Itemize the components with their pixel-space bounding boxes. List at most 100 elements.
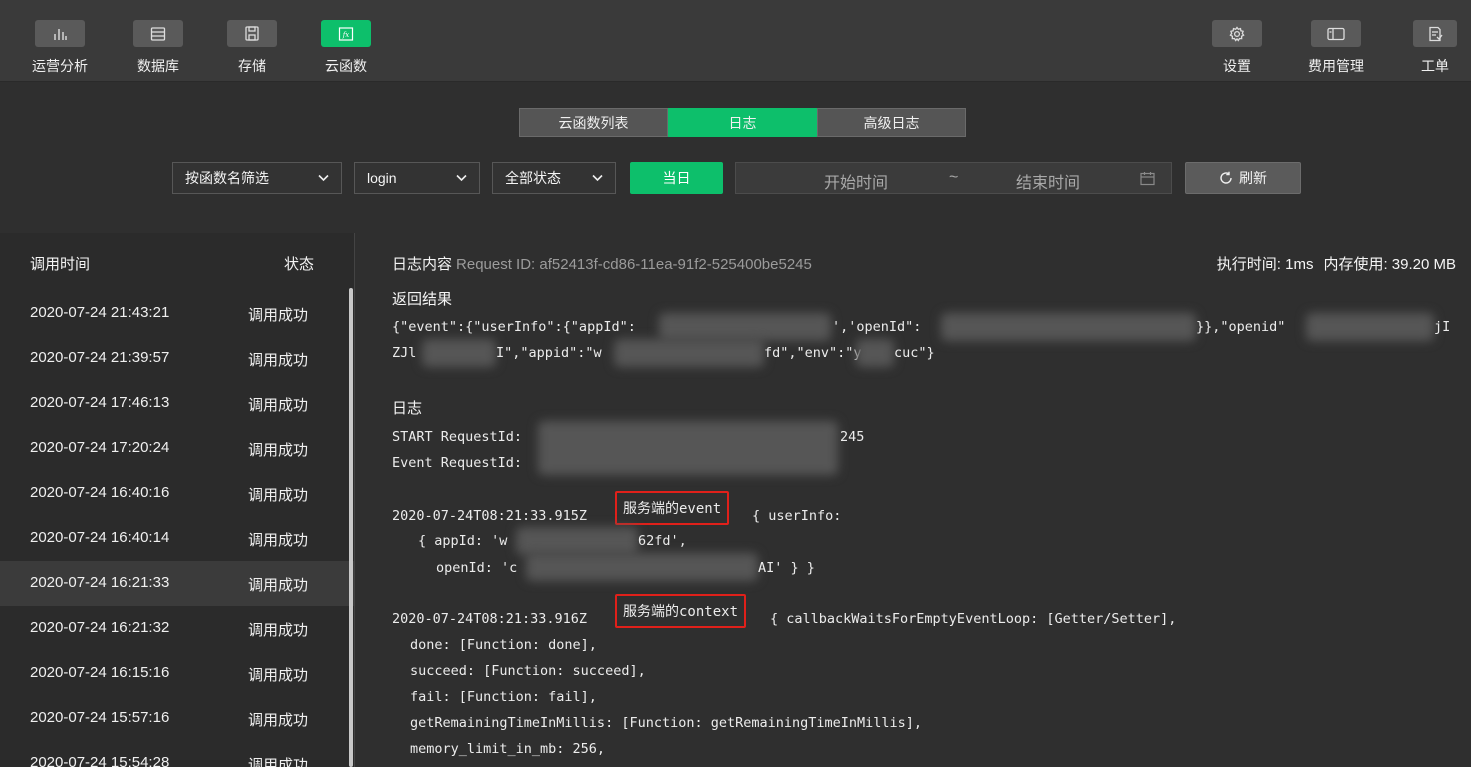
refresh-button[interactable]: 刷新 [1185, 162, 1301, 194]
log-row[interactable]: 2020-07-24 16:40:16 调用成功 [0, 471, 354, 516]
tab-function-list[interactable]: 云函数列表 [519, 108, 668, 137]
log-list-header: 调用时间 状态 [0, 233, 354, 291]
event-text: 62fd', [638, 533, 687, 549]
log-row[interactable]: 2020-07-24 17:20:24 调用成功 [0, 426, 354, 471]
toolbar-billing[interactable]: 费用管理 [1301, 20, 1371, 76]
log-row-status: 调用成功 [248, 757, 309, 767]
memory-usage: 内存使用: 39.20 MB [1323, 256, 1456, 273]
log-row[interactable]: 2020-07-24 21:39:57 调用成功 [0, 336, 354, 381]
date-range-picker[interactable]: 开始时间 ~ 结束时间 [735, 162, 1172, 194]
context-timestamp: 2020-07-24T08:21:33.916Z [392, 611, 588, 627]
log-content-label: 日志内容 [392, 256, 453, 273]
calendar-icon [1140, 172, 1155, 186]
redacted-blur [526, 553, 758, 581]
event-text: openId: 'c [436, 560, 518, 576]
log-row-time: 2020-07-24 16:40:16 [30, 484, 170, 501]
event-requestid-label: Event RequestId: [392, 455, 523, 471]
start-time-field[interactable]: 开始时间 [824, 169, 888, 193]
log-row-selected[interactable]: 2020-07-24 16:21:33 调用成功 [0, 561, 354, 606]
context-line: fail: [Function: fail], [410, 689, 597, 705]
event-highlight: 服务端的event [615, 491, 730, 525]
tab-logs[interactable]: 日志 [668, 108, 817, 137]
request-id: Request ID: af52413f-cd86-11ea-91f2-5254… [456, 256, 812, 273]
redacted-blur [422, 339, 496, 367]
toolbar-label: 设置 [1223, 58, 1251, 74]
log-row-status: 调用成功 [248, 667, 309, 684]
cloud-function-icon: fx [321, 20, 371, 47]
log-row[interactable]: 2020-07-24 16:21:32 调用成功 [0, 606, 354, 651]
top-toolbar: 运营分析 数据库 存储 fx 云函数 设置 费用管理 工单 [0, 0, 1471, 82]
function-name-select[interactable]: login [354, 162, 480, 194]
svg-text:fx: fx [342, 31, 350, 39]
context-line: succeed: [Function: succeed], [410, 663, 646, 679]
result-text: jI [1434, 319, 1451, 335]
log-row-status: 调用成功 [248, 397, 309, 414]
toolbar-label: 存储 [238, 58, 266, 74]
chevron-down-icon [592, 174, 603, 182]
toolbar-label: 运营分析 [32, 58, 88, 74]
end-time-field[interactable]: 结束时间 [1016, 169, 1080, 193]
log-row[interactable]: 2020-07-24 16:40:14 调用成功 [0, 516, 354, 561]
result-title: 返回结果 [392, 291, 453, 308]
database-icon [133, 20, 183, 47]
col-header-time: 调用时间 [30, 256, 91, 273]
event-text: AI' } } [758, 560, 815, 576]
log-row-time: 2020-07-24 16:15:16 [30, 664, 170, 681]
toolbar-ticket[interactable]: 工单 [1400, 20, 1470, 76]
log-row-time: 2020-07-24 15:54:28 [30, 754, 170, 767]
context-line: getRemainingTimeInMillis: [Function: get… [410, 715, 923, 731]
context-line: done: [Function: done], [410, 637, 597, 653]
log-row-status: 调用成功 [248, 622, 309, 639]
billing-icon [1311, 20, 1361, 47]
log-title: 日志 [392, 400, 423, 417]
log-row-time: 2020-07-24 16:40:14 [30, 529, 170, 546]
log-row[interactable]: 2020-07-24 21:43:21 调用成功 [0, 291, 354, 336]
log-row-status: 调用成功 [248, 307, 309, 324]
function-filter-value: 按函数名筛选 [185, 170, 269, 186]
status-select[interactable]: 全部状态 [492, 162, 616, 194]
storage-icon [227, 20, 277, 47]
log-row[interactable]: 2020-07-24 17:46:13 调用成功 [0, 381, 354, 426]
ticket-icon [1413, 20, 1457, 47]
redacted-blur [516, 527, 638, 555]
event-text: { appId: 'w [418, 533, 508, 549]
event-text: { userInfo: [752, 508, 842, 524]
range-separator: ~ [949, 169, 959, 186]
result-text: ','openId": [832, 319, 922, 335]
toolbar-label: 费用管理 [1308, 58, 1364, 74]
today-button[interactable]: 当日 [630, 162, 723, 194]
col-header-status: 状态 [284, 256, 315, 273]
exec-stats: 执行时间: 1ms 内存使用: 39.20 MB [1217, 253, 1456, 274]
event-timestamp: 2020-07-24T08:21:33.915Z [392, 508, 588, 524]
redacted-blur [538, 421, 838, 475]
log-row[interactable]: 2020-07-24 15:54:28 调用成功 [0, 741, 354, 767]
log-row-time: 2020-07-24 21:43:21 [30, 304, 170, 321]
result-text: }},"openid" [1196, 319, 1286, 335]
bar-chart-icon [35, 20, 85, 47]
toolbar-storage[interactable]: 存储 [217, 20, 287, 76]
function-name-value: login [367, 170, 397, 186]
context-highlight: 服务端的context [615, 594, 747, 628]
log-row[interactable]: 2020-07-24 16:15:16 调用成功 [0, 651, 354, 696]
log-row-status: 调用成功 [248, 352, 309, 369]
exec-time: 执行时间: 1ms [1216, 256, 1314, 273]
log-row[interactable]: 2020-07-24 15:57:16 调用成功 [0, 696, 354, 741]
log-list-scrollbar[interactable] [349, 288, 353, 767]
start-requestid-label: START RequestId: [392, 429, 523, 445]
toolbar-database[interactable]: 数据库 [123, 20, 193, 76]
function-filter-select[interactable]: 按函数名筛选 [172, 162, 342, 194]
toolbar-settings[interactable]: 设置 [1202, 20, 1272, 76]
refresh-label: 刷新 [1239, 170, 1267, 186]
log-row-time: 2020-07-24 17:20:24 [30, 439, 170, 456]
gear-icon [1212, 20, 1262, 47]
toolbar-cloud-function[interactable]: fx 云函数 [311, 20, 381, 76]
chevron-down-icon [318, 174, 329, 182]
tab-advanced-logs[interactable]: 高级日志 [817, 108, 966, 137]
context-line: memory_limit_in_mb: 256, [410, 741, 606, 757]
toolbar-ops-analysis[interactable]: 运营分析 [25, 20, 95, 76]
log-row-time: 2020-07-24 16:21:32 [30, 619, 170, 636]
redacted-blur [1306, 313, 1434, 341]
log-row-time: 2020-07-24 16:21:33 [30, 574, 170, 591]
redacted-blur [856, 339, 894, 367]
refresh-icon [1220, 171, 1232, 184]
